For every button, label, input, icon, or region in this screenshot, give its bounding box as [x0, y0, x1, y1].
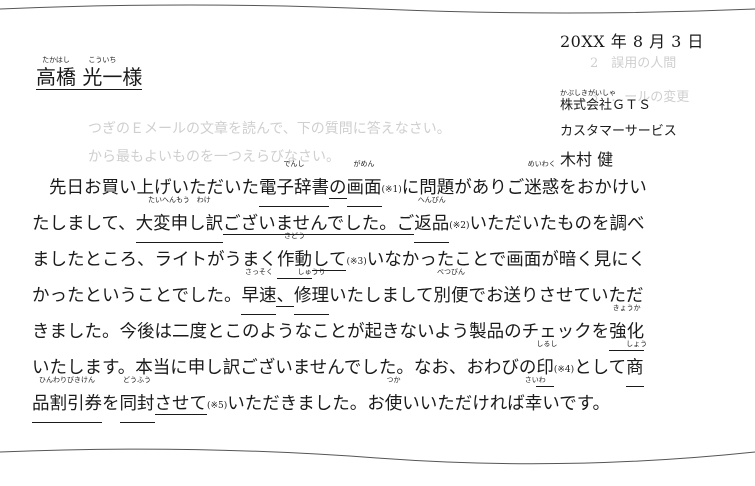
word: 使 — [384, 394, 403, 414]
text: の — [329, 178, 347, 199]
note-ref: (※1) — [381, 185, 402, 195]
note-ref: (※5) — [207, 401, 228, 411]
ruby: どうふう — [123, 376, 151, 384]
letter-body: 先日お買い上げいただいた でんし 電子辞書の がめん 画面(※1)に問題がありご めいわく… — [32, 160, 722, 423]
ruby-word: めいわく 迷惑 — [524, 160, 560, 206]
word: 作動 — [277, 250, 312, 270]
ruby: ひんわりびきけん — [39, 376, 95, 384]
text: 先日お買い上げいただいた — [49, 178, 259, 198]
ruby-word: ひんわりびきけん品割引券 — [32, 376, 102, 423]
text: を — [102, 394, 120, 414]
note-ref: (※4) — [553, 365, 575, 375]
text: でお送りさせていただ — [468, 286, 644, 306]
text: いいただければ — [402, 394, 525, 414]
text: させて — [154, 394, 207, 415]
family-ruby: たかはし — [42, 56, 70, 64]
word: 早速 — [241, 286, 277, 306]
ruby-word: でんし 電子辞書 — [259, 160, 329, 207]
body-line-5: きました。今後は二度とこのようなことが起きないよう製品のチェックを きょうか強化 — [32, 304, 722, 351]
ruby: しるし — [536, 340, 558, 348]
text: いただいたものを調べ — [469, 214, 645, 234]
ruby-word: へんぴん 返品 — [414, 196, 450, 243]
letter-sheet: 20XX 年 8 月 3 日 たかはし 高橋 こういち 光一様 かぶしきがいしゃ 株… — [0, 0, 755, 486]
word: 大変申し訳 — [135, 214, 224, 234]
text: に問題がありご — [401, 178, 525, 198]
word: 電子辞書 — [259, 178, 329, 198]
text: たしまして、 — [32, 214, 136, 234]
text: かったということでした。 — [32, 286, 242, 306]
honorific: 様 — [122, 65, 143, 89]
text: きました。今後は二度とこのようなことが起きないよう製品のチェックを — [32, 322, 610, 342]
ruby: たいへんもう わけ — [147, 196, 211, 204]
word: 幸 — [524, 394, 543, 414]
ruby-word: つか使 — [384, 376, 403, 422]
recipient-family-name: たかはし 高橋 — [36, 56, 76, 89]
word: 同封 — [119, 394, 155, 414]
note-ref: (※2) — [449, 221, 470, 231]
note-ref: (※3) — [346, 257, 367, 267]
ruby: さいわ — [524, 376, 546, 384]
ruby: きょうか — [612, 304, 641, 312]
ruby: しょう — [626, 340, 648, 348]
ruby-word: どうふう 同封 — [119, 376, 155, 423]
text: ましたところ、ライトがうまく — [32, 250, 277, 270]
ruby-word: しゅうり 修理 — [293, 268, 329, 315]
text: として — [574, 358, 627, 378]
text: いただきました。お — [227, 394, 385, 414]
ruby: さどう — [284, 232, 305, 240]
ruby: つか — [386, 376, 401, 384]
word: 返品 — [414, 214, 450, 234]
text: をおかけい — [559, 178, 647, 198]
ruby: しゅうり — [297, 268, 326, 276]
recipient-name: たかはし 高橋 こういち 光一様 — [36, 56, 143, 90]
letter-date: 20XX 年 8 月 3 日 — [560, 32, 704, 51]
sender-department: カスタマーサービス — [560, 124, 677, 139]
ruby-word: しょう商 — [626, 340, 647, 387]
body-line-3: ましたところ、ライトがうまく さどう 作動して(※3)いなかったことで画面が暗く見に… — [32, 232, 722, 279]
ruby: でんし — [283, 160, 305, 168]
text: いたします。本当に申し訳ございませんでした。なお、おわびの — [32, 358, 537, 378]
text: いたしまして — [328, 286, 434, 306]
ruby: へんぴん — [417, 196, 446, 204]
ruby: めいわく — [527, 160, 556, 168]
family-name-text: 高橋 — [36, 65, 76, 89]
given-ruby: こういち — [88, 56, 117, 64]
word: 印 — [536, 358, 554, 378]
word: 画面 — [346, 178, 382, 198]
ruby-word: さいわ幸 — [524, 376, 546, 422]
body-line-2: たしまして、 たいへんもう わけ 大変申し訳ございませんでした。ご へんぴん 返品(※2… — [32, 196, 722, 243]
ruby-word: がめん 画面 — [346, 160, 382, 207]
ruby: がめん — [353, 160, 375, 168]
sender-company: 株式会社ＧＴＳ — [560, 98, 652, 113]
ruby-word: べつびん 別便 — [433, 268, 469, 314]
given-name-text: 光一 — [82, 65, 123, 89]
text: 、 — [276, 286, 294, 307]
word: 商 — [626, 358, 644, 378]
text: いなかったことで画面が暗く見にく — [366, 250, 646, 270]
word: 品割引券 — [32, 394, 102, 414]
word: 修理 — [293, 286, 329, 306]
ruby: さっそく — [244, 268, 273, 276]
word: 迷惑 — [524, 178, 560, 198]
text: いです。 — [542, 394, 611, 414]
body-line-7: ひんわりびきけん 品割引券を どうふう 同封させて(※5)いただきました。お つか 使いい… — [32, 376, 722, 423]
ruby: べつびん — [436, 268, 465, 276]
word: 別便 — [433, 286, 469, 306]
ruby-word: さっそく 早速 — [241, 268, 277, 315]
recipient-given-name: こういち 光一 — [82, 56, 123, 89]
ruby-word: たいへんもう わけ大変申し訳 — [135, 196, 224, 243]
text: ございませんでした。ご — [223, 214, 415, 235]
sender-name: 木村 健 — [560, 150, 614, 169]
word: 強化 — [609, 322, 645, 342]
